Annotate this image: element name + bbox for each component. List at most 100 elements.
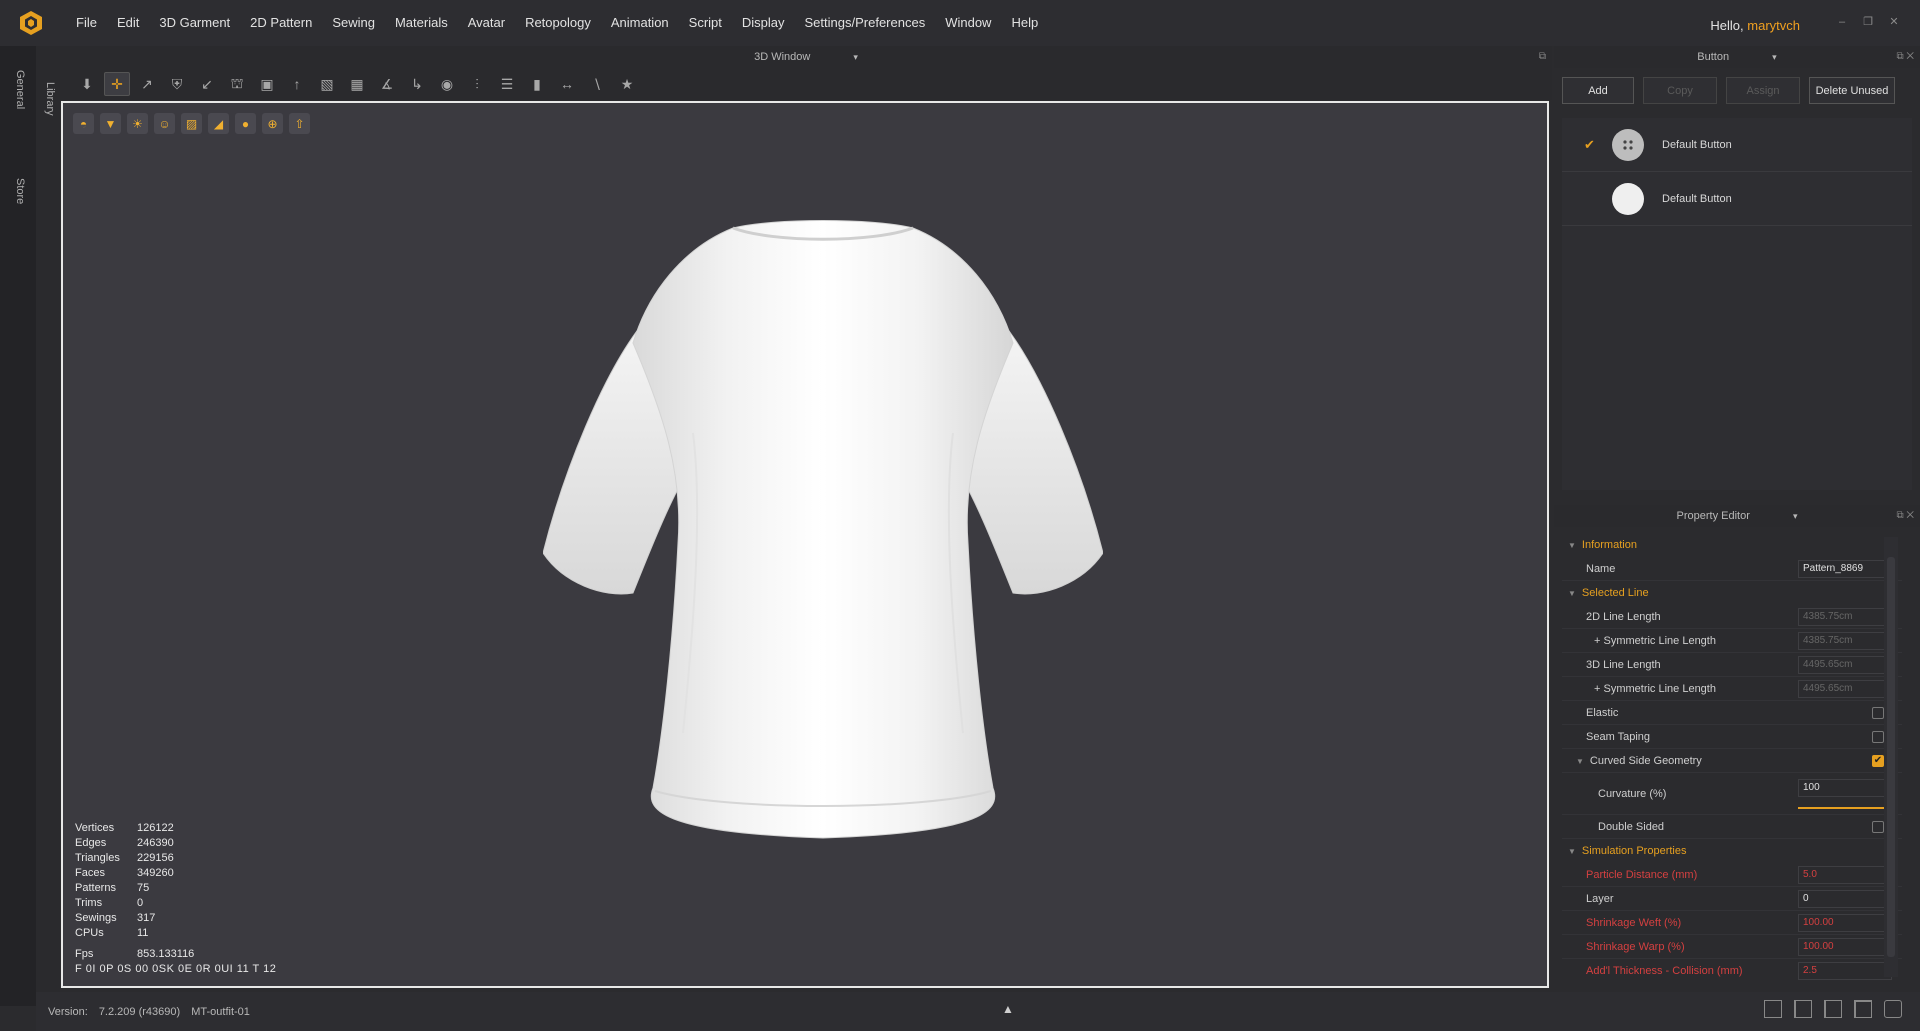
- app-logo-icon[interactable]: [18, 10, 44, 36]
- avatar-pose-icon[interactable]: ★: [614, 72, 640, 96]
- menu-settings[interactable]: Settings/Preferences: [795, 0, 936, 46]
- button-name: Default Button: [1662, 138, 1732, 151]
- collapse-icon[interactable]: ▼: [1568, 541, 1576, 550]
- seam-taping-checkbox[interactable]: [1872, 730, 1884, 743]
- show-pattern-icon[interactable]: ▨: [181, 113, 202, 134]
- menu-window[interactable]: Window: [935, 0, 1001, 46]
- layout-quad-icon[interactable]: [1854, 1000, 1872, 1018]
- curvature-slider[interactable]: [1798, 802, 1892, 813]
- show-head-icon[interactable]: ●: [235, 113, 256, 134]
- layout-three-icon[interactable]: [1824, 1000, 1842, 1018]
- menu-file[interactable]: File: [66, 0, 107, 46]
- show-texture-icon[interactable]: ◢: [208, 113, 229, 134]
- layout-single-icon[interactable]: [1764, 1000, 1782, 1018]
- tab-library[interactable]: Library: [40, 82, 56, 116]
- fold-arrangement-icon[interactable]: ⛨: [164, 72, 190, 96]
- property-editor-scrollbar[interactable]: [1884, 537, 1898, 977]
- layer-field[interactable]: 0: [1798, 889, 1892, 908]
- menu-sewing[interactable]: Sewing: [322, 0, 385, 46]
- restore-icon[interactable]: ❐: [1862, 16, 1874, 28]
- curvature-field[interactable]: 100: [1798, 778, 1892, 797]
- menu-retopology[interactable]: Retopology: [515, 0, 601, 46]
- show-garment-icon[interactable]: ◓: [73, 113, 94, 134]
- menu-display[interactable]: Display: [732, 0, 795, 46]
- prop-label: + Symmetric Line Length: [1594, 682, 1716, 695]
- button-panel-title: Button: [1697, 51, 1730, 63]
- measure-icon[interactable]: ∡: [374, 72, 400, 96]
- menu-animation[interactable]: Animation: [601, 0, 679, 46]
- menu-edit[interactable]: Edit: [107, 0, 149, 46]
- assign-button[interactable]: Assign: [1726, 77, 1800, 104]
- select-move-icon[interactable]: ✛: [104, 72, 130, 96]
- add-button[interactable]: Add: [1562, 77, 1634, 104]
- menu-avatar[interactable]: Avatar: [458, 0, 515, 46]
- zipper-icon[interactable]: ⫶: [464, 72, 490, 96]
- list-item[interactable]: ✔ Default Button: [1562, 118, 1912, 172]
- tshirt-garment-render[interactable]: [543, 213, 1103, 853]
- elastic-checkbox[interactable]: [1872, 706, 1884, 719]
- section-simulation-properties[interactable]: ▼ Simulation Properties: [1562, 839, 1902, 863]
- minimize-icon[interactable]: –: [1836, 16, 1848, 28]
- stat-value: 11: [137, 927, 149, 939]
- stitch-icon[interactable]: ↔: [554, 72, 580, 96]
- stat-trims: Trims 0: [75, 896, 276, 911]
- list-item[interactable]: Default Button: [1562, 172, 1912, 226]
- chevron-down-icon[interactable]: ▾: [1793, 511, 1798, 521]
- menu-help[interactable]: Help: [1001, 0, 1048, 46]
- prop-double-sided: Double Sided: [1562, 815, 1902, 839]
- close-icon[interactable]: ✕: [1888, 16, 1900, 28]
- thickness-field[interactable]: 2.5: [1798, 961, 1892, 980]
- section-information[interactable]: ▼ Information: [1562, 533, 1902, 557]
- stat-value: 246390: [137, 837, 174, 849]
- menu-3d-garment[interactable]: 3D Garment: [149, 0, 240, 46]
- particle-distance-field[interactable]: 5.0: [1798, 865, 1892, 884]
- export-icon[interactable]: ⇧: [289, 113, 310, 134]
- collapse-icon[interactable]: ▼: [1568, 847, 1576, 856]
- layout-split-icon[interactable]: [1794, 1000, 1812, 1018]
- user-name-link[interactable]: marytvch: [1747, 18, 1800, 33]
- seam-icon[interactable]: ∖: [584, 72, 610, 96]
- collapse-icon[interactable]: ▼: [1568, 589, 1576, 598]
- 3d-viewport[interactable]: ◓ ▼ ☀ ☺ ▨ ◢ ● ⊕ ⇧ Vertices 126122 Edges …: [61, 101, 1549, 988]
- show-shirt-icon[interactable]: ▼: [100, 113, 121, 134]
- tack-icon[interactable]: ▧: [314, 72, 340, 96]
- tab-general[interactable]: General: [10, 70, 26, 109]
- tab-store[interactable]: Store: [10, 178, 26, 204]
- panel-close-icon[interactable]: ⧉ ✕: [1896, 505, 1914, 527]
- menu-script[interactable]: Script: [679, 0, 732, 46]
- chevron-down-icon[interactable]: ▾: [1772, 52, 1777, 62]
- menu-2d-pattern[interactable]: 2D Pattern: [240, 0, 322, 46]
- pin-icon[interactable]: ↑: [284, 72, 310, 96]
- tape-icon[interactable]: ↳: [404, 72, 430, 96]
- section-selected-line[interactable]: ▼ Selected Line: [1562, 581, 1902, 605]
- texture-grid-icon[interactable]: ▦: [344, 72, 370, 96]
- undock-icon[interactable]: ⧉: [1539, 46, 1546, 68]
- shrinkage-warp-field[interactable]: 100.00: [1798, 937, 1892, 956]
- expand-up-icon[interactable]: ▲: [1002, 1002, 1014, 1016]
- prop-symmetric-3d-length: + Symmetric Line Length 4495.65cm: [1562, 677, 1902, 701]
- show-environment-icon[interactable]: ⊕: [262, 113, 283, 134]
- collapse-icon[interactable]: ▼: [1576, 757, 1584, 766]
- chevron-down-icon[interactable]: ▾: [853, 52, 858, 62]
- button-tool-icon[interactable]: ◉: [434, 72, 460, 96]
- puckering-icon[interactable]: ☰: [494, 72, 520, 96]
- garment-icon[interactable]: ⛫: [224, 72, 250, 96]
- show-avatar-icon[interactable]: ☺: [154, 113, 175, 134]
- fold-icon[interactable]: ▮: [524, 72, 550, 96]
- stat-label: Vertices: [75, 822, 115, 834]
- transform-icon[interactable]: ▣: [254, 72, 280, 96]
- shrinkage-weft-field[interactable]: 100.00: [1798, 913, 1892, 932]
- layout-custom-icon[interactable]: [1884, 1000, 1902, 1018]
- menu-materials[interactable]: Materials: [385, 0, 458, 46]
- edit-pattern-icon[interactable]: ↙: [194, 72, 220, 96]
- simulate-icon[interactable]: ⬇: [74, 72, 100, 96]
- show-trims-icon[interactable]: ☀: [127, 113, 148, 134]
- double-sided-checkbox[interactable]: [1872, 820, 1884, 833]
- select-mesh-icon[interactable]: ↗: [134, 72, 160, 96]
- panel-close-icon[interactable]: ⧉ ✕: [1896, 46, 1914, 68]
- curved-side-checkbox[interactable]: ✔: [1872, 754, 1884, 767]
- name-field[interactable]: Pattern_8869: [1798, 559, 1892, 578]
- scrollbar-thumb[interactable]: [1887, 557, 1895, 957]
- delete-unused-button[interactable]: Delete Unused: [1809, 77, 1895, 104]
- copy-button[interactable]: Copy: [1643, 77, 1717, 104]
